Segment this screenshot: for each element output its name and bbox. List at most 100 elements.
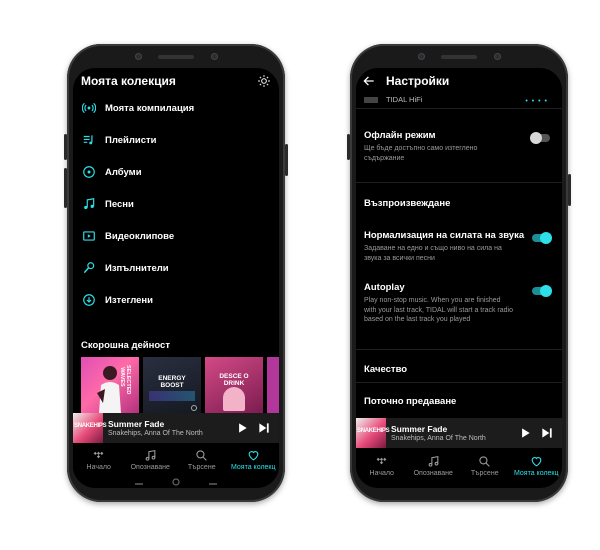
- track-cover: SNAKEHIPS: [356, 418, 390, 448]
- arrow-back-icon[interactable]: [362, 74, 376, 88]
- collection-screen: Моята колекция Моята компилация Плейлист…: [73, 68, 279, 488]
- menu-item-label: Изтеглени: [105, 294, 153, 306]
- recent-apps-icon[interactable]: [134, 479, 144, 485]
- menu-item-label: Моята компилация: [105, 102, 195, 114]
- offline-mode-toggle[interactable]: [530, 132, 550, 144]
- menu-item-downloads[interactable]: Изтеглени: [81, 290, 271, 310]
- tidal-logo-icon: [376, 457, 387, 465]
- menu-item-label: Изпълнители: [105, 262, 169, 274]
- tile-artwork: [149, 391, 195, 401]
- nav-collection[interactable]: Моята колекц: [511, 452, 563, 484]
- phone-right: Настройки TIDAL HiFi • • • • Офлайн режи…: [347, 44, 571, 502]
- search-icon: [479, 456, 491, 467]
- track-artist: Snakehips, Anna Of The North: [391, 435, 486, 442]
- menu-item-label: Видеоклипове: [105, 230, 175, 242]
- divider: [356, 382, 562, 383]
- nav-search[interactable]: Търсене: [459, 452, 511, 484]
- heart-icon: [531, 457, 542, 467]
- collection-header: Моята колекция: [81, 72, 271, 90]
- playlist-icon: [81, 132, 97, 148]
- menu-item-songs[interactable]: Песни: [81, 194, 271, 214]
- track-cover: SNAKEHIPS: [73, 413, 107, 443]
- sensor-icon: [418, 53, 425, 60]
- cover-text: SNAKEHIPS: [357, 428, 390, 434]
- tile-artwork: [223, 387, 245, 411]
- bixby-button: [64, 168, 67, 208]
- setting-desc: Задаване на едно и също ниво на сила на …: [364, 245, 502, 262]
- tidal-logo-icon: [364, 96, 378, 103]
- radio-icon: [81, 100, 97, 116]
- mini-player[interactable]: SNAKEHIPS Summer Fade Snakehips, Anna Of…: [73, 413, 279, 443]
- normalization-toggle[interactable]: [532, 232, 552, 244]
- recent-activity-list: SELECTED WAVES ENERGY BOOST DESCE O DRIN…: [81, 357, 279, 415]
- autoplay-toggle[interactable]: [532, 285, 552, 297]
- nav-home[interactable]: Начало: [73, 446, 125, 478]
- nav-collection[interactable]: Моята колекц: [228, 446, 280, 478]
- skip-next-icon[interactable]: [257, 421, 271, 435]
- bottom-nav: Начало Опознаване Търсене Моята колекц: [73, 446, 279, 478]
- menu-item-albums[interactable]: Албуми: [81, 162, 271, 182]
- menu-item-playlists[interactable]: Плейлисти: [81, 130, 271, 150]
- tile-play-icon: [191, 405, 197, 411]
- setting-title: Нормализация на силата на звука: [364, 230, 525, 241]
- recent-tile[interactable]: ENERGY BOOST: [143, 357, 201, 415]
- power-button: [285, 144, 288, 176]
- page-title: Моята колекция: [81, 74, 176, 88]
- menu-item-label: Албуми: [105, 166, 142, 178]
- back-icon[interactable]: [208, 479, 218, 485]
- tile-caption: ENERGY BOOST: [158, 375, 186, 389]
- recent-tile-partial: [267, 357, 279, 415]
- video-icon: [81, 228, 97, 244]
- nav-search[interactable]: Търсене: [176, 446, 228, 478]
- nav-explore[interactable]: Опознаване: [125, 446, 177, 478]
- setting-title: Офлайн режим: [364, 130, 436, 141]
- menu-item-label: Плейлисти: [105, 134, 157, 146]
- home-button-icon[interactable]: [172, 478, 180, 486]
- setting-desc: Ще бъде достъпно само изтеглено съдържан…: [364, 145, 478, 162]
- settings-header: Настройки: [362, 72, 556, 90]
- volume-button: [347, 134, 350, 160]
- front-camera-icon: [494, 53, 501, 60]
- menu-item-my-mix[interactable]: Моята компилация: [81, 98, 271, 118]
- nav-label: Моята колекц: [514, 470, 559, 477]
- play-icon[interactable]: [235, 421, 249, 435]
- skip-next-icon[interactable]: [540, 426, 554, 440]
- section-playback: Възпроизвеждане: [364, 198, 451, 209]
- recent-activity-title: Скорошна дейност: [81, 340, 170, 351]
- section-streaming[interactable]: Поточно предаване: [364, 396, 456, 407]
- page-indicator: • • • •: [525, 98, 548, 105]
- power-button: [568, 174, 571, 206]
- divider: [356, 349, 562, 350]
- nav-explore[interactable]: Опознаване: [408, 452, 460, 484]
- microphone-icon: [81, 260, 97, 276]
- normalization-row[interactable]: Нормализация на силата на звука Задаване…: [364, 230, 554, 263]
- autoplay-row[interactable]: Autoplay Play non-stop music. When you a…: [364, 282, 554, 325]
- gear-icon[interactable]: [257, 74, 271, 88]
- track-artist: Snakehips, Anna Of The North: [108, 430, 203, 437]
- mini-player[interactable]: SNAKEHIPS Summer Fade Snakehips, Anna Of…: [356, 418, 562, 448]
- top-bezel: [350, 44, 568, 70]
- recent-tile[interactable]: SELECTED WAVES: [81, 357, 139, 415]
- recent-tile[interactable]: DESCE O DRINK: [205, 357, 263, 415]
- system-nav-bar: [73, 476, 279, 488]
- menu-item-videos[interactable]: Видеоклипове: [81, 226, 271, 246]
- music-note-icon: [145, 449, 156, 461]
- play-icon[interactable]: [518, 426, 532, 440]
- section-quality[interactable]: Качество: [364, 364, 407, 375]
- divider: [356, 182, 562, 183]
- cover-text: SNAKEHIPS: [74, 423, 107, 429]
- page-title: Настройки: [386, 74, 450, 88]
- search-icon: [196, 450, 208, 461]
- nav-home[interactable]: Начало: [356, 452, 408, 484]
- tidal-logo-icon: [93, 451, 104, 459]
- offline-mode-row[interactable]: Офлайн режим Ще бъде достъпно само изтег…: [364, 130, 554, 163]
- nav-label: Търсене: [187, 464, 216, 471]
- sensor-icon: [135, 53, 142, 60]
- tile-caption: SELECTED WAVES: [119, 365, 131, 395]
- divider: [356, 108, 562, 109]
- nav-label: Търсене: [470, 470, 499, 477]
- menu-item-artists[interactable]: Изпълнители: [81, 258, 271, 278]
- track-meta: Summer Fade Snakehips, Anna Of The North: [108, 419, 235, 437]
- album-icon: [81, 164, 97, 180]
- earpiece-speaker: [158, 55, 194, 59]
